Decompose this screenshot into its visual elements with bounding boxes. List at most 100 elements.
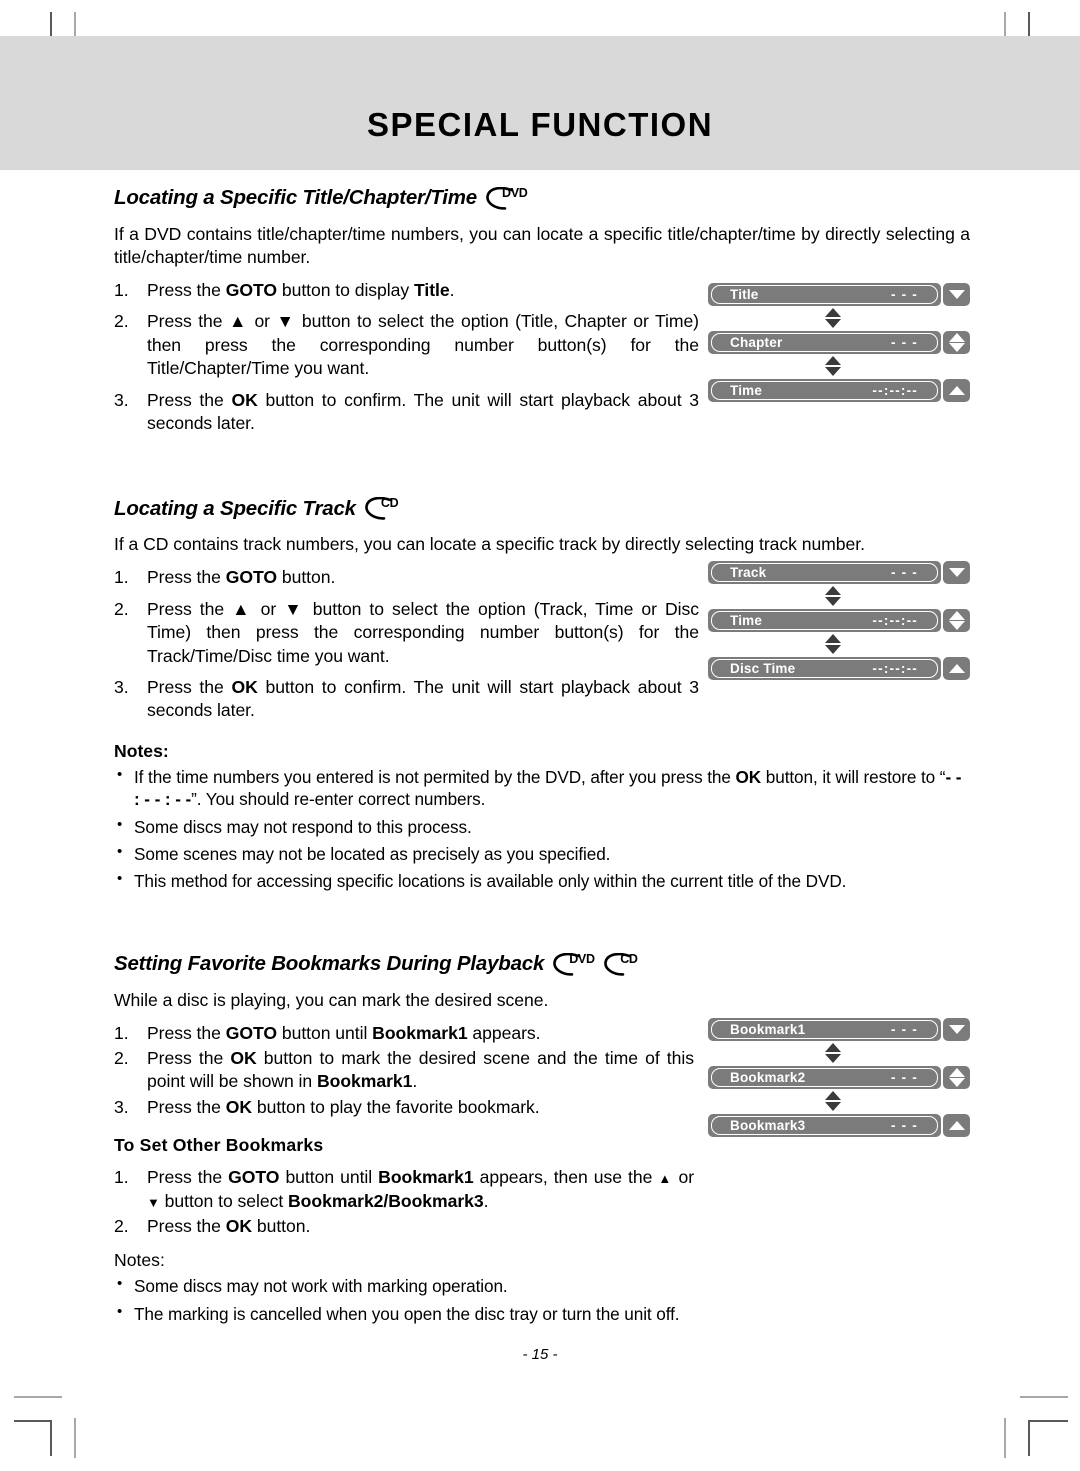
disc-icon-label: CD [620, 951, 638, 966]
time-placeholder: - - : - - : - - [134, 766, 962, 810]
dvd-disc-icon: DVD [553, 951, 599, 978]
osd-up-down-button[interactable] [943, 1066, 970, 1089]
ok-button-ref: OK [231, 677, 258, 698]
up-arrow-icon [825, 356, 841, 365]
step-item: 1. Press the GOTO button until Bookmark1… [114, 1022, 694, 1045]
osd-panel-track-time-disctime: Track - - - Time --:--:-- Disc Time --:-… [708, 561, 970, 680]
section-heading-text: Setting Favorite Bookmarks During Playba… [114, 951, 545, 975]
osd-field-chapter[interactable]: Chapter - - - [708, 331, 941, 354]
section-steps-list: 1. Press the GOTO button. 2. Press the ▲… [114, 566, 699, 722]
bookmark1-ref: Bookmark1 [317, 1071, 413, 1092]
osd-field-time[interactable]: Time --:--:-- [708, 379, 941, 402]
osd-up-button[interactable] [943, 379, 970, 402]
up-arrow-icon: ▲ [658, 1171, 673, 1187]
osd-panel-bookmarks: Bookmark1 - - - Bookmark2 - - - Bookmark… [708, 1018, 970, 1137]
osd-row[interactable]: Title - - - [708, 283, 970, 306]
step-number: 3. [114, 1096, 129, 1117]
cd-disc-icon: CD [365, 495, 411, 522]
up-arrow-icon [825, 586, 841, 595]
osd-field-label: Track [730, 565, 767, 580]
osd-field-value: - - - [891, 335, 918, 350]
osd-field-disc-time[interactable]: Disc Time --:--:-- [708, 657, 941, 680]
cropmark-bottom-left-horizontal [14, 1420, 52, 1422]
goto-button-ref: GOTO [225, 567, 278, 588]
bookmark2-bookmark3-ref: Bookmark2/Bookmark3 [288, 1190, 484, 1211]
osd-row[interactable]: Time --:--:-- [708, 609, 970, 632]
osd-field-time[interactable]: Time --:--:-- [708, 609, 941, 632]
step-item: 1. Press the GOTO button to display Titl… [114, 279, 699, 302]
chevron-up-icon [948, 333, 965, 342]
step-item: 2. Press the ▲ or ▼ button to select the… [114, 598, 699, 668]
osd-field-label: Disc Time [730, 661, 796, 676]
chevron-down-icon [948, 568, 965, 577]
step-number: 2. [114, 598, 129, 619]
cropmark-bottom-right-vertical [1028, 1420, 1030, 1456]
chevron-down-icon [948, 343, 965, 352]
step-number: 2. [114, 1216, 129, 1237]
up-arrow-icon [825, 1043, 841, 1052]
osd-connector [708, 1089, 970, 1114]
down-arrow-icon [825, 645, 841, 654]
osd-row[interactable]: Chapter - - - [708, 331, 970, 354]
osd-row[interactable]: Track - - - [708, 561, 970, 584]
cropmark-bottom-right-bleed-horizontal [1020, 1396, 1068, 1398]
osd-row[interactable]: Disc Time --:--:-- [708, 657, 970, 680]
down-arrow-icon [825, 1102, 841, 1111]
osd-down-button[interactable] [943, 561, 970, 584]
osd-connector [708, 306, 970, 331]
bookmark1-ref: Bookmark1 [378, 1167, 474, 1188]
cropmark-bottom-right-bleed-vertical [1004, 1418, 1006, 1458]
step-item: 2. Press the OK button. [114, 1215, 694, 1238]
cd-disc-icon: CD [604, 951, 650, 978]
osd-field-value: - - - [891, 1070, 918, 1085]
down-arrow-icon [825, 367, 841, 376]
note-item: Some scenes may not be located as precis… [114, 842, 970, 865]
step-text: Press the ▲ or ▼ button to select the op… [147, 311, 699, 379]
osd-connector [708, 354, 970, 379]
up-arrow-icon [825, 634, 841, 643]
osd-up-button[interactable] [943, 657, 970, 680]
up-arrow-icon [825, 308, 841, 317]
step-number: 3. [114, 389, 129, 410]
osd-field-title[interactable]: Title - - - [708, 283, 941, 306]
osd-row[interactable]: Bookmark1 - - - [708, 1018, 970, 1041]
osd-field-bookmark2[interactable]: Bookmark2 - - - [708, 1066, 941, 1089]
osd-up-down-button[interactable] [943, 609, 970, 632]
osd-down-button[interactable] [943, 1018, 970, 1041]
ok-button-ref: OK [735, 766, 762, 787]
disc-icon-label: DVD [569, 951, 595, 966]
osd-row[interactable]: Bookmark3 - - - [708, 1114, 970, 1137]
chevron-up-icon [948, 386, 965, 395]
osd-row[interactable]: Bookmark2 - - - [708, 1066, 970, 1089]
osd-field-label: Time [730, 613, 763, 628]
osd-connector [708, 584, 970, 609]
osd-field-bookmark1[interactable]: Bookmark1 - - - [708, 1018, 941, 1041]
osd-row[interactable]: Time --:--:-- [708, 379, 970, 402]
cropmark-bottom-right-horizontal [1028, 1420, 1068, 1422]
osd-field-label: Bookmark3 [730, 1118, 806, 1133]
osd-down-button[interactable] [943, 283, 970, 306]
disc-icon-label: CD [380, 496, 399, 511]
osd-panel-title-chapter-time: Title - - - Chapter - - - Time --:--:-- [708, 283, 970, 402]
osd-up-down-button[interactable] [943, 331, 970, 354]
disc-icon-label: DVD [502, 186, 528, 200]
step-item: 2. Press the OK button to mark the desir… [114, 1048, 694, 1092]
goto-button-ref: GOTO [225, 280, 278, 301]
up-arrow-icon [825, 1091, 841, 1100]
osd-up-button[interactable] [943, 1114, 970, 1137]
chevron-up-icon [948, 611, 965, 620]
down-arrow-icon: ▼ [147, 1194, 160, 1210]
osd-field-track[interactable]: Track - - - [708, 561, 941, 584]
note-item: If the time numbers you entered is not p… [114, 765, 970, 811]
section-heading-text: Locating a Specific Track [114, 496, 356, 520]
section-steps-list: 1. Press the GOTO button to display Titl… [114, 279, 699, 435]
step-item: 3. Press the OK button to confirm. The u… [114, 677, 699, 721]
chevron-down-icon [948, 621, 965, 630]
cropmark-bottom-left-bleed-vertical [74, 1418, 76, 1458]
osd-field-label: Chapter [730, 335, 783, 350]
osd-field-value: --:--:-- [872, 383, 918, 398]
chevron-down-icon [948, 1078, 965, 1087]
subsection-steps-list: 1. Press the GOTO button until Bookmark1… [114, 1166, 694, 1238]
step-item: 1. Press the GOTO button until Bookmark1… [114, 1167, 695, 1211]
osd-field-bookmark3[interactable]: Bookmark3 - - - [708, 1114, 941, 1137]
